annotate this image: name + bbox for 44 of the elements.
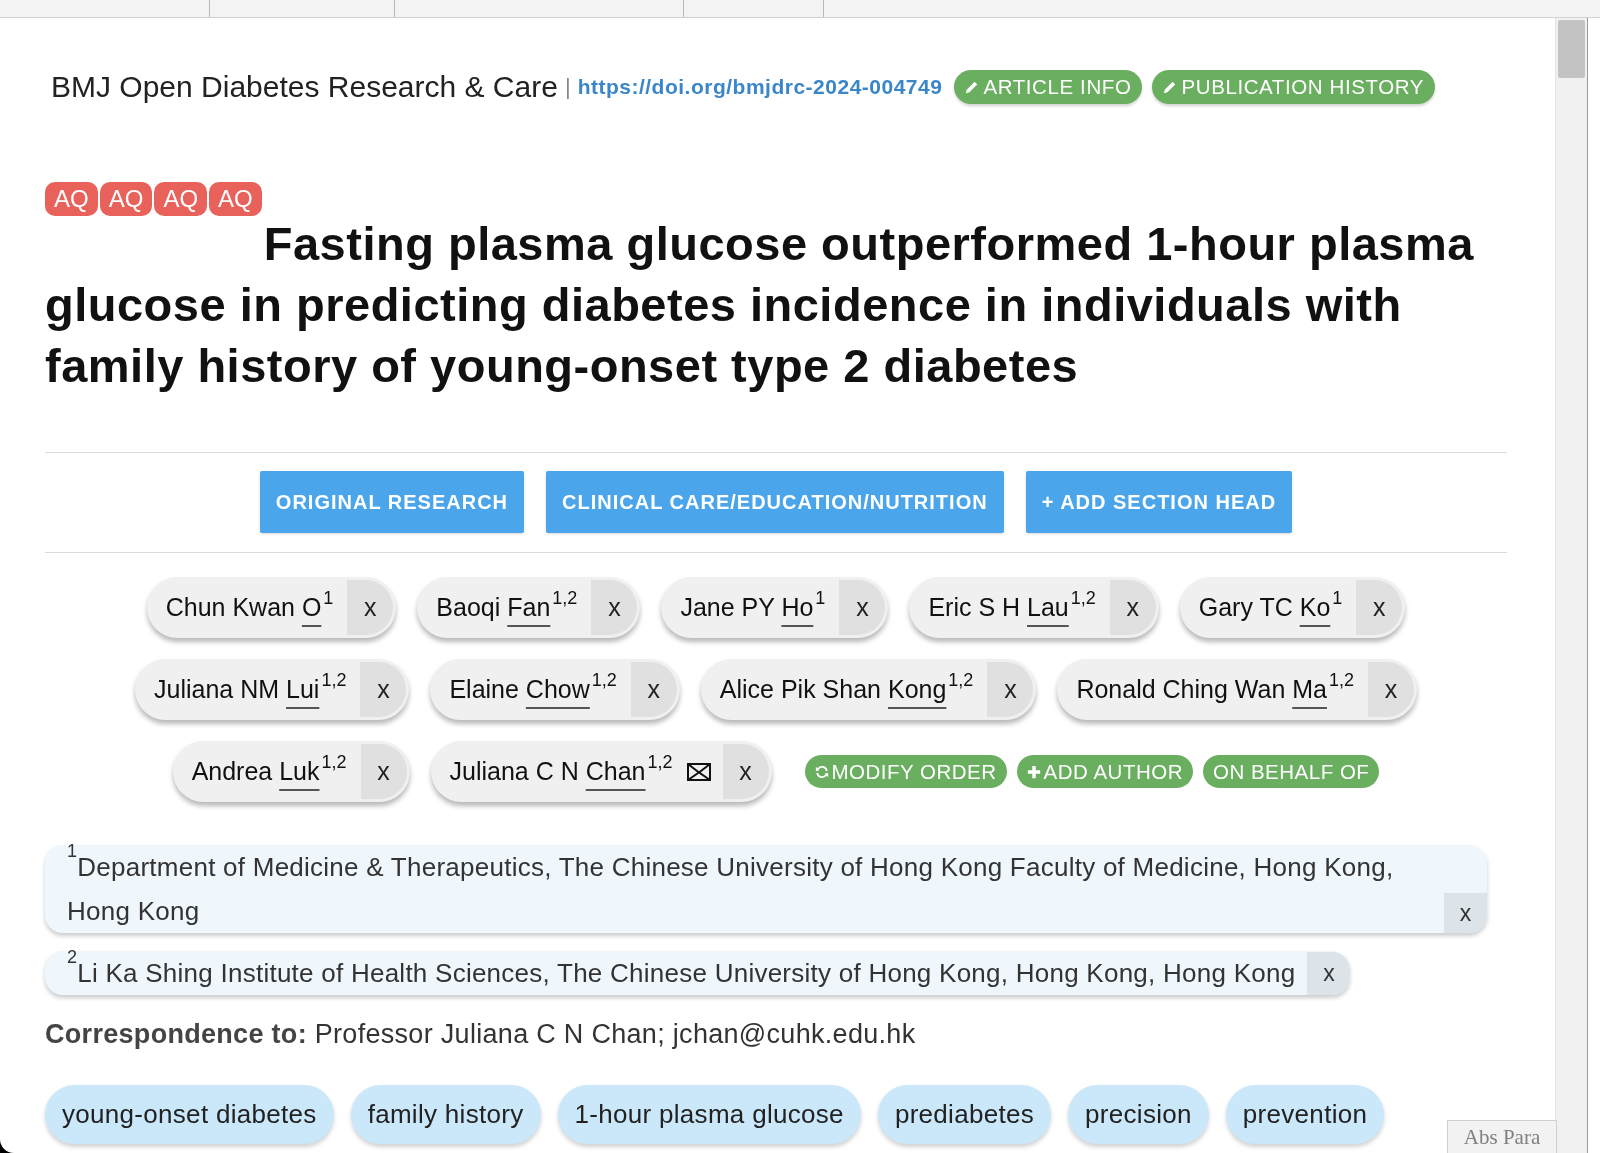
author-name[interactable]: Jane PY Ho$^{1}$ bbox=[661, 580, 840, 635]
author-name[interactable]: Baoqi Fan$^{1,2}$ bbox=[417, 580, 592, 635]
remove-button[interactable]: x bbox=[1356, 580, 1403, 635]
separator: | bbox=[564, 74, 571, 100]
author-name[interactable]: Gary TC Ko$^{1}$ bbox=[1179, 580, 1357, 635]
author-name[interactable]: Chun Kwan O$^{1}$ bbox=[146, 580, 348, 635]
remove-button[interactable]: x bbox=[360, 744, 407, 799]
remove-button[interactable]: x bbox=[1368, 662, 1414, 717]
pencil-icon bbox=[965, 80, 980, 94]
pencil-icon bbox=[1163, 80, 1178, 94]
remove-button[interactable]: x bbox=[347, 580, 394, 635]
keyword-tag: prevention bbox=[1225, 1085, 1385, 1144]
remove-button[interactable]: x bbox=[630, 662, 677, 717]
author-name[interactable]: Eric S H Lau$^{1,2}$ bbox=[909, 580, 1110, 635]
scrollbar[interactable] bbox=[1555, 18, 1588, 1153]
keyword-tag: family history bbox=[350, 1085, 541, 1144]
correspondence-text: Correspondence to: Professor Juliana C N Chan; jchan@cuhk.edu.hk bbox=[45, 1018, 916, 1051]
remove-button[interactable]: x bbox=[1307, 952, 1351, 995]
remove-button[interactable]: x bbox=[722, 744, 769, 799]
remove-button[interactable]: x bbox=[1109, 580, 1156, 635]
article-title: Fasting plasma glucose outperformed 1-hour plasma glucose in predicting diabetes incidence in individuals with family history of young-onset type 2 diabetes bbox=[45, 217, 1474, 392]
plus-icon bbox=[1026, 764, 1041, 779]
remove-button[interactable]: x bbox=[987, 662, 1034, 717]
remove-button[interactable]: x bbox=[839, 580, 886, 635]
affiliation-text: $^{1}$Department of Medicine & Therapeutics, The Chinese University of Hong Kong Faculty of Medicine, Hong Kong, Hong Kong bbox=[66, 845, 1395, 928]
author-name[interactable]: Alice Pik Shan Kong$^{1,2}$ bbox=[700, 662, 988, 717]
remove-button[interactable]: x bbox=[1444, 893, 1487, 933]
author-name[interactable]: Elaine Chow$^{1,2}$ bbox=[430, 662, 631, 717]
remove-button[interactable]: x bbox=[360, 662, 407, 717]
paragraph-style-label: Abs Para bbox=[1447, 1120, 1557, 1153]
remove-button[interactable]: x bbox=[591, 580, 638, 635]
scrollbar-thumb[interactable] bbox=[1558, 20, 1585, 78]
author-name[interactable]: Juliana C N Chan$^{1,2}$ bbox=[430, 744, 687, 799]
author-name[interactable]: Juliana NM Lui$^{1,2}$ bbox=[135, 662, 361, 717]
journal-title: BMJ Open Diabetes Research & Care bbox=[51, 70, 558, 104]
keyword-tag: prediabetes bbox=[877, 1085, 1052, 1144]
author-name[interactable]: Andrea Luk$^{1,2}$ bbox=[172, 744, 361, 799]
author-name[interactable]: Ronald Ching Wan Ma$^{1,2}$ bbox=[1057, 662, 1368, 717]
keyword-tag: 1-hour plasma glucose bbox=[557, 1085, 861, 1144]
doi-link[interactable]: https://doi.org/bmjdrc-2024-004749 bbox=[577, 75, 943, 99]
keyword-tag: precision bbox=[1068, 1085, 1209, 1144]
affiliation-text: $^{2}$Li Ka Shing Institute of Health Sciences, The Chinese University of Hong Kong, Hong Kong, Hong Kong bbox=[66, 951, 1297, 990]
keyword-tag: young-onset diabetes bbox=[45, 1085, 334, 1144]
refresh-icon bbox=[814, 764, 829, 779]
